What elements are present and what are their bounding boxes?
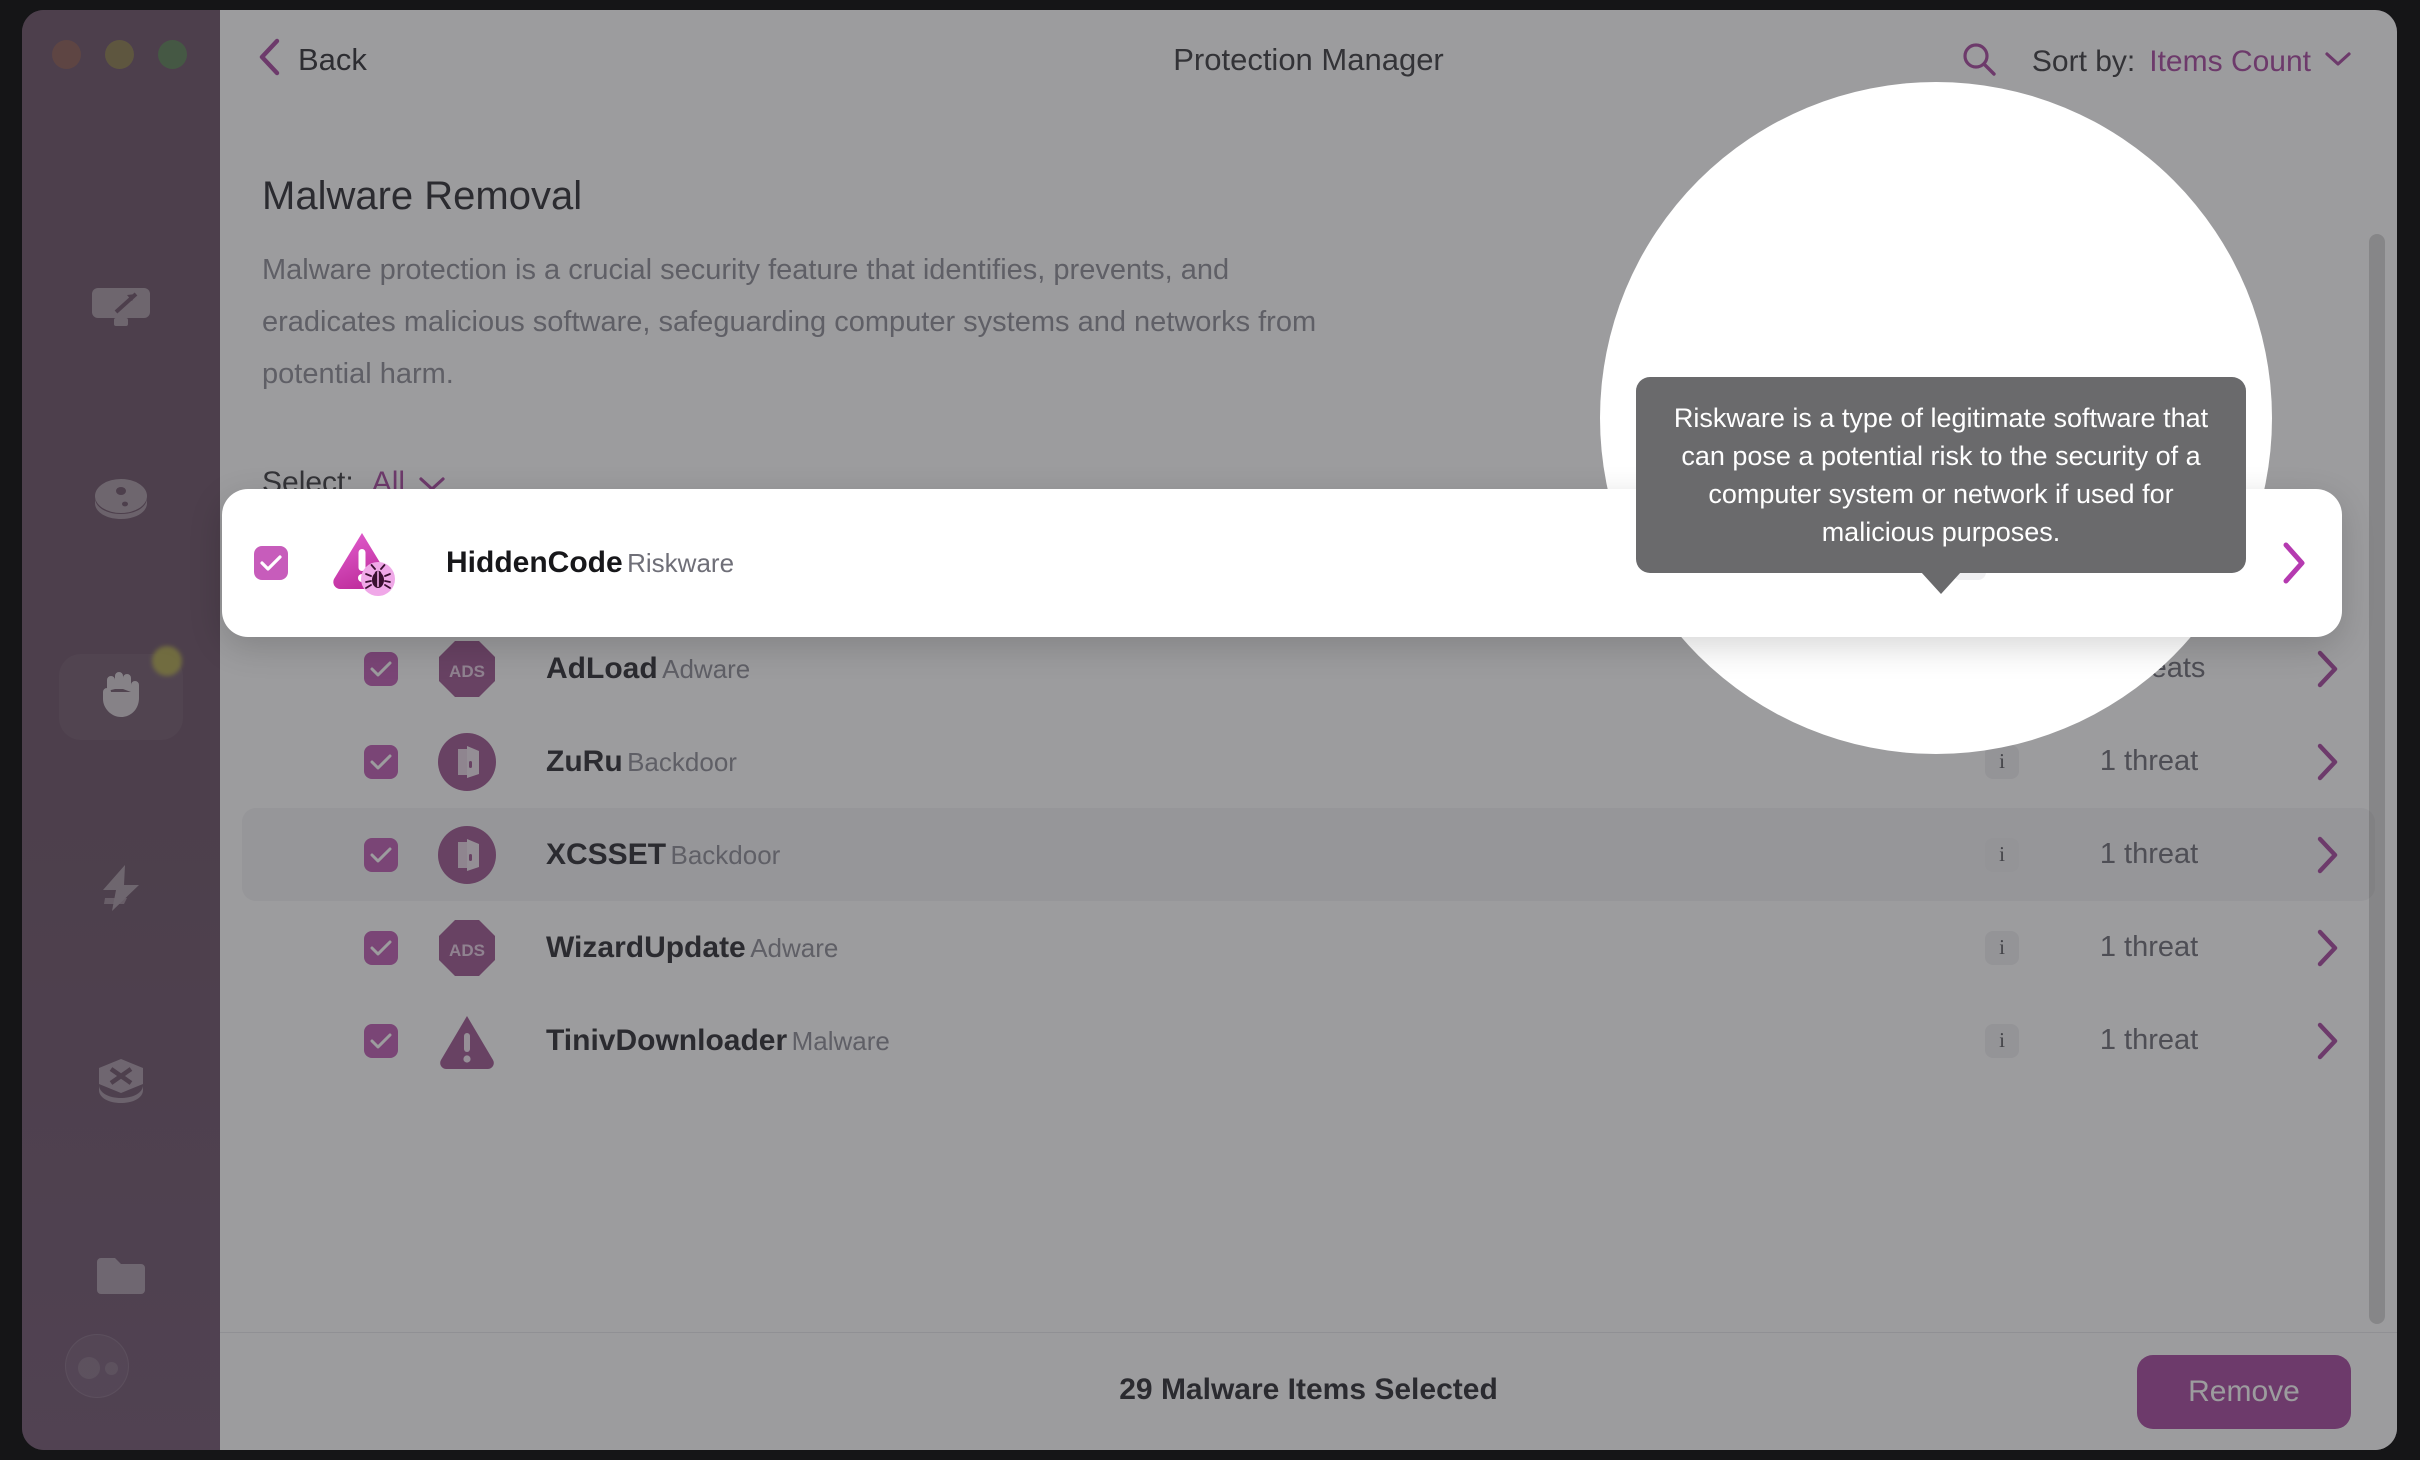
screen: Back Protection Manager Sort by: Items C…	[0, 0, 2420, 1460]
row-info-button[interactable]: i	[1985, 744, 2019, 779]
row-disclosure-chevron[interactable]	[2279, 836, 2375, 874]
row-type: Backdoor	[627, 746, 737, 777]
row-info-button[interactable]: i	[1985, 837, 2019, 872]
row-info-button[interactable]: i	[1985, 1023, 2019, 1058]
account-icon[interactable]	[65, 1334, 129, 1398]
footer-bar: 29 Malware Items Selected Remove	[220, 1332, 2397, 1450]
speed-bolt-icon	[95, 862, 147, 919]
content-pane: Back Protection Manager Sort by: Items C…	[220, 10, 2397, 1450]
svg-text:ADS: ADS	[449, 662, 485, 681]
row-threat-count: 1 threat	[2099, 931, 2199, 963]
notification-badge-icon	[152, 646, 182, 676]
applications-tools-icon	[93, 1057, 149, 1112]
scanner-icon	[90, 282, 152, 335]
row-checkbox[interactable]	[364, 744, 398, 779]
row-type: Adware	[662, 653, 751, 684]
row-disclosure-chevron[interactable]	[2279, 650, 2375, 688]
row-name: TinivDownloader	[546, 1023, 788, 1057]
row-info-button[interactable]: i	[1952, 546, 1986, 580]
section-description: Malware protection is a crucial security…	[262, 254, 1317, 390]
row-checkbox[interactable]	[364, 651, 398, 686]
sidebar-item-scanner[interactable]	[22, 260, 220, 356]
row-disclosure-chevron[interactable]	[2279, 929, 2375, 967]
row-name: ZuRu	[546, 744, 623, 778]
sidebar	[22, 10, 220, 1450]
main-pane: Malware Removal Malware protection is a …	[220, 114, 2397, 1450]
remove-button[interactable]: Remove	[2137, 1355, 2351, 1429]
warning-triangle-icon	[436, 1010, 498, 1072]
row-type: Riskware	[627, 548, 735, 578]
sidebar-item-space-lens[interactable]	[22, 454, 220, 550]
account-dot-small	[105, 1362, 118, 1375]
row-threat-count: 1 threat	[2099, 745, 2199, 777]
row-name: AdLoad	[546, 651, 658, 685]
close-button[interactable]	[52, 40, 81, 69]
svg-text:ADS: ADS	[449, 941, 485, 960]
row-checkbox[interactable]	[364, 930, 398, 965]
titlebar: Back Protection Manager Sort by: Items C…	[220, 10, 2397, 114]
row-threat-count: 2 threats	[2092, 652, 2206, 684]
sidebar-item-speed[interactable]	[22, 842, 220, 938]
row-type: Backdoor	[670, 839, 781, 870]
row-threat-count: 1 threat	[2099, 1024, 2199, 1056]
row-info-button[interactable]: i	[1985, 651, 2019, 686]
malware-list: HiddenCode Riskware i 2 threats	[220, 529, 2397, 1450]
sidebar-items	[22, 260, 220, 1424]
row-checkbox[interactable]	[364, 1023, 398, 1058]
sidebar-item-files[interactable]	[22, 1230, 220, 1326]
search-icon[interactable]	[1960, 40, 1998, 83]
row-threat-count: 2 threats	[2059, 546, 2173, 579]
window-controls[interactable]	[52, 40, 187, 69]
row-disclosure-chevron[interactable]	[2279, 1022, 2375, 1060]
table-row[interactable]: ZuRu Backdoor i 1 threat	[242, 715, 2375, 808]
table-row[interactable]: TinivDownloader Malware i 1 threat	[242, 994, 2375, 1087]
highlighted-table-row[interactable]: HiddenCode Riskware i 2 threats	[222, 489, 2342, 637]
sort-by-control[interactable]: Sort by: Items Count	[2032, 45, 2351, 79]
section-title: Malware Removal	[262, 174, 583, 218]
sidebar-item-protection[interactable]	[22, 646, 220, 744]
row-name: HiddenCode	[446, 546, 623, 579]
table-row[interactable]: ADS WizardUpdate Adware i 1 threat	[242, 901, 2375, 994]
protection-hand-icon	[94, 667, 148, 726]
warning-bug-icon	[326, 527, 398, 599]
row-checkbox[interactable]	[254, 546, 288, 580]
sort-by-label: Sort by:	[2031, 44, 2136, 78]
row-type: Malware	[791, 1025, 890, 1056]
minimize-button[interactable]	[105, 40, 134, 69]
ads-octagon-icon: ADS	[436, 638, 498, 700]
selection-status: 29 Malware Items Selected	[1119, 1373, 1498, 1406]
header-right: Sort by: Items Count	[1960, 40, 2351, 83]
row-disclosure-chevron[interactable]	[2279, 743, 2375, 781]
row-name: XCSSET	[546, 837, 667, 871]
row-checkbox[interactable]	[364, 837, 398, 872]
row-name: WizardUpdate	[546, 930, 746, 964]
ads-octagon-icon: ADS	[436, 917, 498, 979]
row-threat-count: 1 threat	[2099, 838, 2199, 870]
row-disclosure-chevron[interactable]	[2246, 541, 2342, 585]
account-dot-large	[78, 1357, 100, 1379]
sort-by-value: Items Count	[2149, 44, 2311, 78]
app-window: Back Protection Manager Sort by: Items C…	[22, 10, 2397, 1450]
row-info-button[interactable]: i	[1985, 930, 2019, 965]
maximize-button[interactable]	[158, 40, 187, 69]
scrollbar-thumb[interactable]	[2369, 234, 2385, 1324]
space-lens-icon	[92, 476, 150, 529]
table-row[interactable]: XCSSET Backdoor i 1 threat	[242, 808, 2375, 901]
backdoor-door-icon	[436, 731, 498, 793]
scrollbar[interactable]	[2369, 234, 2385, 1450]
sidebar-item-applications[interactable]	[22, 1036, 220, 1132]
backdoor-door-icon	[436, 824, 498, 886]
chevron-down-icon	[2325, 51, 2351, 72]
files-folder-icon	[93, 1254, 149, 1303]
row-type: Adware	[750, 932, 839, 963]
